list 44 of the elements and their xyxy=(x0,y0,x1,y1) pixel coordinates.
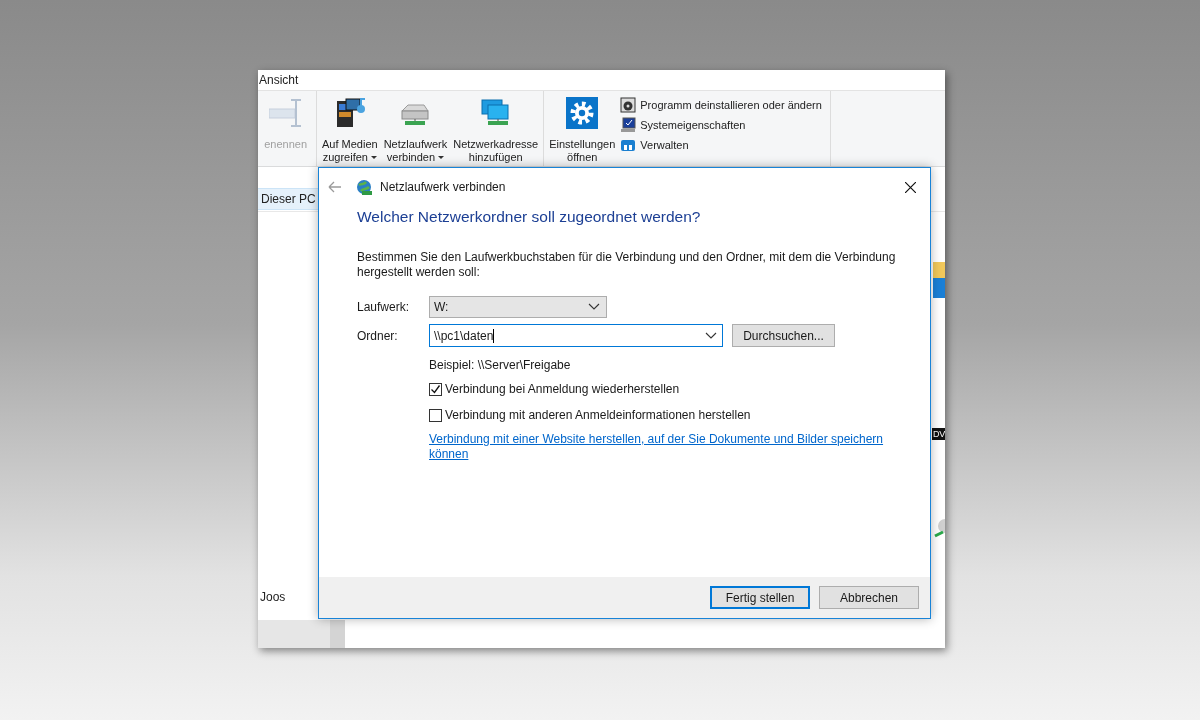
drive-dropdown[interactable]: W: xyxy=(429,295,607,318)
dialog-button[interactable]: Fertig stellen xyxy=(710,586,810,609)
ribbon-link[interactable]: Programm deinstallieren oder ändern xyxy=(620,97,822,113)
website-link[interactable]: Verbindung mit einer Website herstellen, auf der Sie Dokumente und Bilder speichern können xyxy=(429,432,889,462)
example-text: Beispiel: \\Server\Freigabe xyxy=(429,358,572,372)
ribbon-button[interactable]: Einstellungen öffnen xyxy=(548,95,617,164)
browse-button[interactable]: Durchsuchen... xyxy=(732,324,835,347)
dropdown-caret-icon[interactable] xyxy=(370,156,377,159)
ribbon-link[interactable]: Systemeigenschaften xyxy=(620,117,822,133)
dialog-button[interactable]: Abbrechen xyxy=(819,586,919,609)
selection-highlight xyxy=(933,278,945,298)
field-label: Laufwerk: xyxy=(357,299,411,314)
field-label: Ordner: xyxy=(357,328,399,343)
drive-label: DV xyxy=(932,428,945,440)
settings-icon xyxy=(566,97,599,129)
back-arrow-icon xyxy=(327,181,342,193)
instruction-text: Bestimmen Sie den Laufwerkbuchstaben für die Verbindung und den Ordner, mit dem die Verbindung hergestellt werden soll: xyxy=(357,250,897,280)
folder-icon xyxy=(933,262,945,278)
menu-tab[interactable]: Ansicht xyxy=(258,73,299,87)
close-icon[interactable] xyxy=(905,181,916,193)
disc-box-icon xyxy=(620,97,637,113)
checkbox[interactable] xyxy=(429,408,442,422)
checkbox[interactable] xyxy=(429,382,442,396)
monitor-check-icon xyxy=(620,117,637,133)
dialog-heading: Welcher Netzwerkordner soll zugeordnet werden? xyxy=(357,208,702,226)
checkbox-label[interactable]: Verbindung mit anderen Anmeldeinformationen herstellen xyxy=(445,408,751,422)
ribbon-link[interactable]: Verwalten xyxy=(620,137,822,153)
text-cursor-icon xyxy=(268,97,303,129)
ribbon-button[interactable]: Netzwerkadresse hinzufügen xyxy=(452,95,540,164)
scrollbar[interactable] xyxy=(330,620,345,648)
chevron-down-icon xyxy=(705,332,717,339)
status-bar xyxy=(258,620,330,648)
computer-tool-icon xyxy=(620,137,637,153)
chevron-down-icon xyxy=(588,303,600,310)
folder-combo-field[interactable]: \\pc1\daten xyxy=(429,324,723,347)
ribbon-button[interactable]: Auf Medien zugreifen xyxy=(321,95,379,164)
dropdown-caret-icon[interactable] xyxy=(438,156,445,159)
disc-icon xyxy=(933,518,945,538)
network-globe-icon xyxy=(356,179,372,195)
nav-item[interactable]: Joos xyxy=(258,590,286,604)
checkbox-label[interactable]: Verbindung bei Anmeldung wiederherstellen xyxy=(445,382,680,396)
breadcrumb[interactable]: Dieser PC xyxy=(258,188,321,210)
ribbon-button[interactable]: Netzlaufwerk verbinden xyxy=(382,95,449,164)
dialog-title: Netzlaufwerk verbinden xyxy=(380,180,507,194)
